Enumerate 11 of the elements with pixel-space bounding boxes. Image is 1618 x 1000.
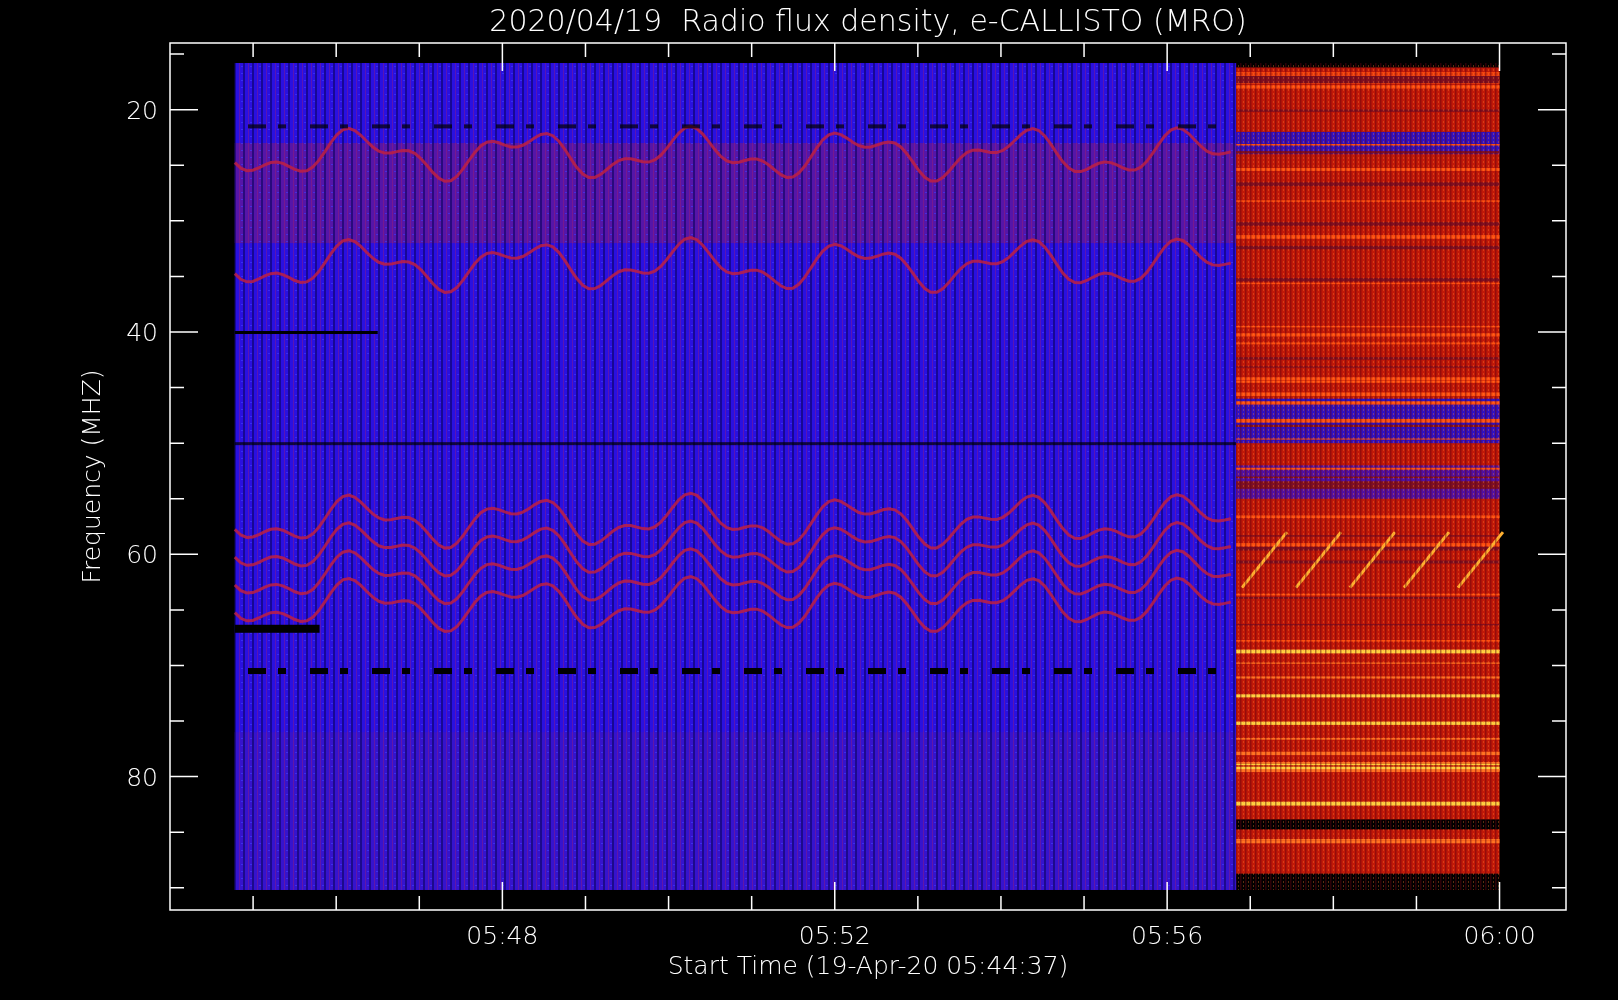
tick-label: 40 [126,318,158,347]
chart-title: 2020/04/19 Radio flux density, e-CALLISTO (MRO) [489,3,1247,38]
tick-label: 06:00 [1463,921,1536,950]
y-axis-label: Frequency (MHZ) [77,369,106,584]
tick-label: 05:48 [466,921,539,950]
tick-label: 05:56 [1131,921,1204,950]
x-axis-label: Start Time (19-Apr-20 05:44:37) [667,951,1069,980]
tick-label: 80 [126,762,158,792]
tick-label: 05:52 [798,921,871,950]
tick-label: 20 [126,95,158,125]
tick-label: 60 [126,540,158,570]
